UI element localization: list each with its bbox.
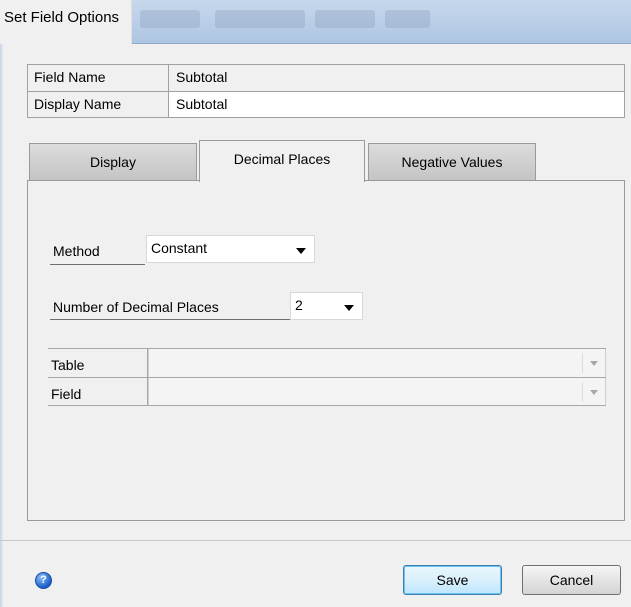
title-bar-background xyxy=(385,10,430,28)
field-row: Field xyxy=(48,377,606,406)
field-name-row: Field Name Subtotal xyxy=(28,65,624,91)
field-dropdown[interactable] xyxy=(148,378,606,405)
help-icon[interactable]: ? xyxy=(35,572,52,589)
field-name-label: Field Name xyxy=(28,65,169,91)
field-name-value: Subtotal xyxy=(169,65,624,91)
method-value: Constant xyxy=(151,240,208,256)
title-bar-background xyxy=(215,10,305,28)
dropdown-separator xyxy=(582,353,583,373)
title-bar: Set Field Options xyxy=(0,0,631,44)
field-label: Field xyxy=(48,378,148,405)
chevron-down-icon xyxy=(296,248,306,254)
table-dropdown[interactable] xyxy=(148,349,606,377)
lookup-grid: Table Field xyxy=(48,348,606,406)
dropdown-separator xyxy=(582,382,583,402)
tab-display[interactable]: Display xyxy=(29,143,197,180)
tab-decimal-places[interactable]: Decimal Places xyxy=(199,140,365,182)
chevron-down-icon xyxy=(590,390,598,395)
table-label: Table xyxy=(48,349,148,377)
method-dropdown[interactable]: Constant xyxy=(146,235,315,263)
save-button[interactable]: Save xyxy=(403,565,502,595)
tab-negative-values[interactable]: Negative Values xyxy=(368,143,536,180)
title-bar-background xyxy=(140,10,200,28)
chevron-down-icon xyxy=(590,361,598,366)
chevron-down-icon xyxy=(344,305,354,311)
title-bar-background xyxy=(315,10,375,28)
method-label: Method xyxy=(50,243,145,265)
decimal-places-count-value: 2 xyxy=(295,297,303,313)
display-name-row: Display Name Subtotal xyxy=(28,91,624,117)
window-title: Set Field Options xyxy=(0,0,133,44)
decimal-places-count-dropdown[interactable]: 2 xyxy=(290,292,363,320)
table-row: Table xyxy=(48,348,606,377)
footer-divider xyxy=(0,540,631,541)
window-frame xyxy=(0,44,3,607)
decimal-places-count-label: Number of Decimal Places xyxy=(50,299,290,320)
display-name-field[interactable]: Subtotal xyxy=(169,92,624,117)
cancel-button[interactable]: Cancel xyxy=(522,565,621,595)
field-name-grid: Field Name Subtotal Display Name Subtota… xyxy=(27,64,625,118)
display-name-label: Display Name xyxy=(28,92,169,117)
